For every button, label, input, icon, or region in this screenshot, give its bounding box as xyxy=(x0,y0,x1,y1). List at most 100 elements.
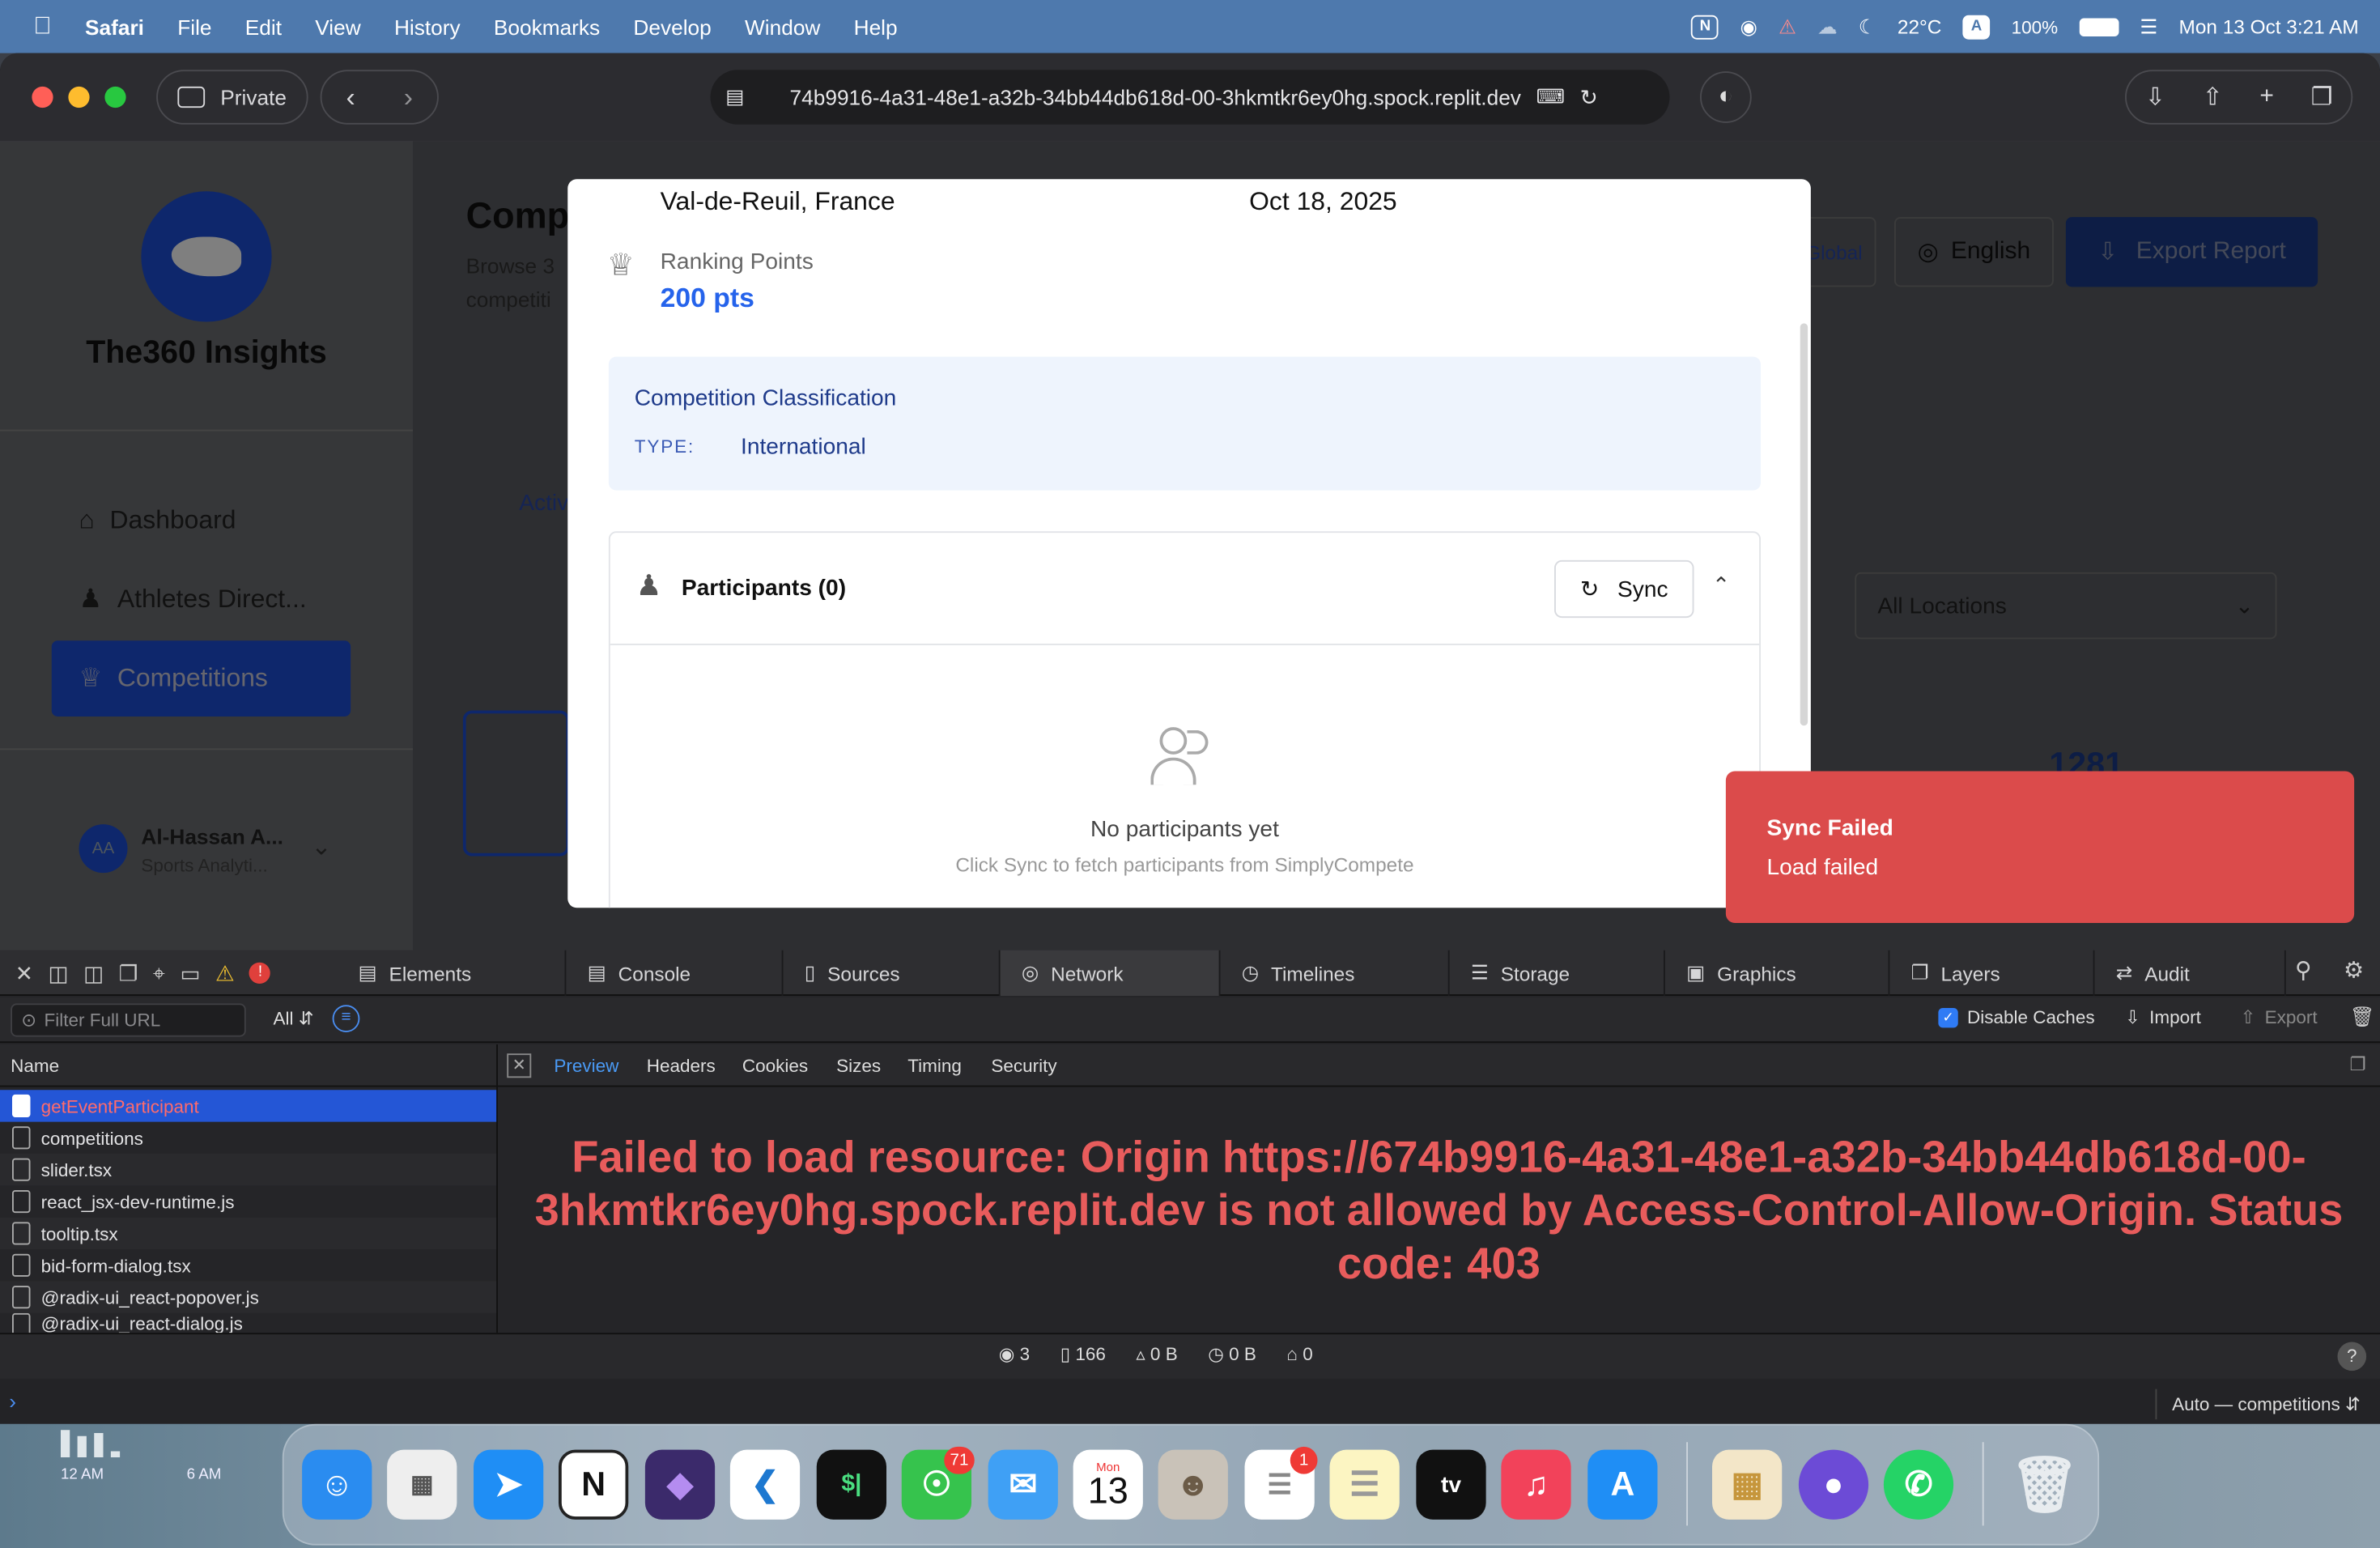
launchpad-icon[interactable]: ▦ xyxy=(387,1449,457,1520)
type-filter-select[interactable]: All ⇵ xyxy=(274,1008,314,1029)
detail-tab-preview[interactable]: Preview xyxy=(554,1055,618,1076)
help-icon[interactable]: ? xyxy=(2337,1342,2367,1372)
whatsapp-icon[interactable]: ✆ xyxy=(1883,1449,1954,1520)
request-row[interactable]: bid-form-dialog.tsx xyxy=(0,1249,496,1281)
dock-right-icon[interactable]: ◫ xyxy=(83,960,104,986)
request-row[interactable]: slider.tsx xyxy=(0,1154,497,1186)
notion-status-icon[interactable]: N xyxy=(1691,14,1719,39)
new-tab-icon[interactable]: + xyxy=(2259,83,2274,111)
warning-status-icon[interactable]: ⚠ xyxy=(1779,15,1796,39)
execution-context-select[interactable]: Auto — competitions ⇵ xyxy=(2172,1393,2361,1414)
mail-icon[interactable]: ✉ xyxy=(988,1449,1058,1520)
forward-icon[interactable]: › xyxy=(404,81,413,113)
apple-menu-icon[interactable]:  xyxy=(33,13,52,40)
chevron-up-icon[interactable]: ⌃ xyxy=(1712,572,1730,598)
reload-icon[interactable]: ↻ xyxy=(1580,84,1598,110)
apple-tv-icon[interactable]: tv xyxy=(1416,1449,1486,1520)
name-column-header[interactable]: Name xyxy=(0,1044,497,1087)
copy-icon[interactable]: ❐ xyxy=(2350,1053,2366,1074)
search-icon[interactable]: ⚲ xyxy=(2295,956,2312,984)
tab-layers[interactable]: ❐ Layers xyxy=(1889,950,2095,996)
request-row[interactable]: tooltip.tsx xyxy=(0,1217,497,1250)
detail-tab-security[interactable]: Security xyxy=(991,1055,1056,1076)
modal-scrollbar[interactable] xyxy=(1800,323,1808,726)
detail-tab-sizes[interactable]: Sizes xyxy=(836,1055,881,1076)
control-center-icon[interactable]: ☰ xyxy=(2140,15,2157,39)
menu-help[interactable]: Help xyxy=(854,15,898,39)
device-icon[interactable]: ▭ xyxy=(180,960,200,986)
archive-utility-icon[interactable]: ▦ xyxy=(1712,1449,1783,1520)
tab-storage[interactable]: ☰ Storage xyxy=(1450,950,1665,996)
orb-app-icon[interactable]: ● xyxy=(1798,1449,1869,1520)
console-prompt-bar[interactable] xyxy=(0,1380,2380,1424)
app-store-icon[interactable]: A xyxy=(1587,1449,1658,1520)
sync-button[interactable]: ↻ Sync xyxy=(1554,559,1694,619)
url-text[interactable]: 74b9916-4a31-48e1-a32b-34bb44db618d-00-3… xyxy=(790,85,1521,109)
close-window-button[interactable] xyxy=(32,86,53,108)
grouping-icon[interactable]: ≡ xyxy=(332,1005,360,1032)
detail-tab-timing[interactable]: Timing xyxy=(907,1055,962,1076)
element-picker-icon[interactable]: ⌖ xyxy=(153,960,165,986)
close-detail-icon[interactable]: ✕ xyxy=(507,1053,532,1078)
minimize-window-button[interactable] xyxy=(68,86,90,108)
menu-develop[interactable]: Develop xyxy=(633,15,711,39)
safari-icon[interactable]: ➤ xyxy=(474,1449,544,1520)
temperature-text[interactable]: 22°C xyxy=(1898,15,1941,38)
hotspot-icon[interactable]: ◉ xyxy=(1740,15,1757,39)
error-toast[interactable]: Sync Failed Load failed xyxy=(1725,771,2355,923)
privacy-shield-icon[interactable]: ◐ xyxy=(1700,71,1752,123)
finder-icon[interactable]: ☺ xyxy=(302,1449,372,1520)
export-button[interactable]: ⇧ Export xyxy=(2241,1006,2318,1027)
menu-history[interactable]: History xyxy=(394,15,461,39)
tab-elements[interactable]: ▤ Elements xyxy=(337,950,567,996)
private-sidebar-button[interactable]: Private xyxy=(156,70,308,125)
share-icon[interactable]: ⇧ xyxy=(2203,82,2223,113)
warning-icon[interactable]: ⚠ xyxy=(215,960,235,986)
detail-tab-cookies[interactable]: Cookies xyxy=(742,1055,808,1076)
undock-icon[interactable]: ❐ xyxy=(119,960,138,986)
menu-window[interactable]: Window xyxy=(745,15,820,39)
page-settings-icon[interactable]: ▤ xyxy=(725,85,744,109)
contacts-icon[interactable]: ☻ xyxy=(1158,1449,1228,1520)
tab-timelines[interactable]: ◷ Timelines xyxy=(1221,950,1450,996)
menu-view[interactable]: View xyxy=(315,15,360,39)
detail-tab-headers[interactable]: Headers xyxy=(647,1055,716,1076)
menu-edit[interactable]: Edit xyxy=(245,15,282,39)
tab-console[interactable]: ▤ Console xyxy=(566,950,784,996)
close-icon[interactable]: ✕ xyxy=(15,960,33,986)
calendar-icon[interactable]: Mon 13 xyxy=(1073,1449,1143,1520)
downloads-icon[interactable]: ⇩ xyxy=(2145,82,2165,113)
request-row[interactable]: getEventParticipant xyxy=(0,1090,497,1122)
menu-file[interactable]: File xyxy=(177,15,211,39)
cloud-icon[interactable]: ☁ xyxy=(1817,15,1837,39)
request-row[interactable]: @radix-ui_react-dialog.js xyxy=(0,1312,496,1333)
battery-icon[interactable] xyxy=(2079,17,2119,36)
disable-caches-toggle[interactable]: ✓ Disable Caches xyxy=(1938,1006,2095,1027)
terminal-icon[interactable]: $| xyxy=(816,1449,886,1520)
trash-icon[interactable]: 🗑 xyxy=(2010,1450,2080,1520)
tab-sources[interactable]: ▯ Sources xyxy=(784,950,1001,996)
menu-app-name[interactable]: Safari xyxy=(85,15,144,39)
request-row[interactable]: competitions xyxy=(0,1122,496,1154)
address-bar[interactable]: ▤ 74b9916-4a31-48e1-a32b-34bb44db618d-00… xyxy=(710,70,1670,125)
tab-overview-icon[interactable]: ❐ xyxy=(2311,82,2333,113)
translate-icon[interactable]: ⌨ xyxy=(1536,85,1565,109)
dock-bottom-icon[interactable]: ◫ xyxy=(49,960,69,986)
gear-icon[interactable]: ⚙ xyxy=(2344,956,2364,984)
tab-network[interactable]: ◎ Network xyxy=(1000,950,1221,996)
trash-icon[interactable]: 🗑 xyxy=(2350,1005,2375,1029)
filter-url-input[interactable]: ⊙ Filter Full URL xyxy=(11,1003,246,1037)
request-row[interactable]: @radix-ui_react-popover.js xyxy=(0,1281,497,1313)
vscode-icon[interactable]: ❮ xyxy=(729,1449,801,1520)
menu-bookmarks[interactable]: Bookmarks xyxy=(494,15,600,39)
error-count-icon[interactable]: ! xyxy=(249,962,271,984)
tab-audit[interactable]: ⇄ Audit xyxy=(2095,950,2286,996)
tab-graphics[interactable]: ▣ Graphics xyxy=(1665,950,1890,996)
import-button[interactable]: ⇩ Import xyxy=(2125,1006,2201,1027)
weather-moon-icon[interactable]: ☾ xyxy=(1859,15,1876,39)
menubar-clock[interactable]: Mon 13 Oct 3:21 AM xyxy=(2179,15,2359,38)
music-icon[interactable]: ♫ xyxy=(1501,1449,1571,1520)
request-row[interactable]: react_jsx-dev-runtime.js xyxy=(0,1185,496,1217)
zoom-window-button[interactable] xyxy=(104,86,126,108)
notion-icon[interactable]: N xyxy=(559,1449,629,1520)
